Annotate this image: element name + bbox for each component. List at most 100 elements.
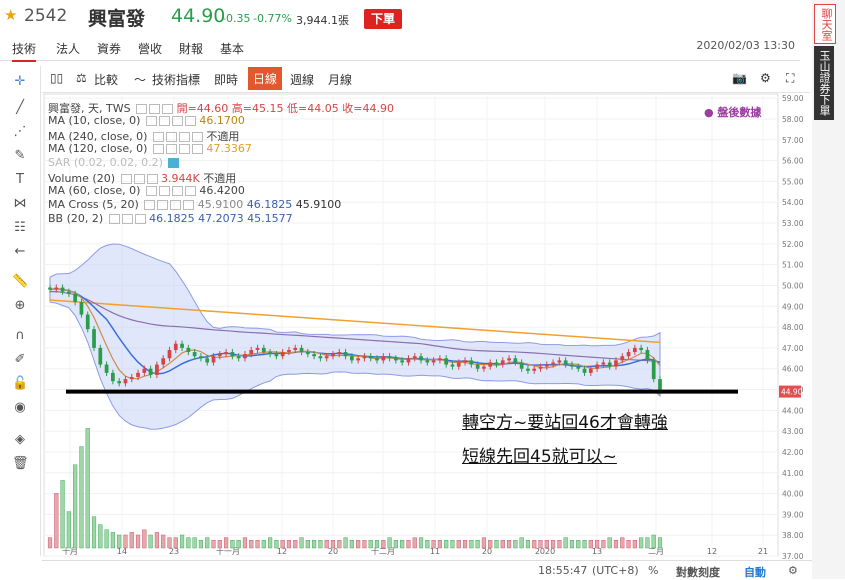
y-tick-label: 56.00 bbox=[782, 157, 804, 166]
volume-bar bbox=[217, 540, 222, 549]
auto-scale-toggle[interactable]: 自動 bbox=[744, 564, 766, 580]
volume-bar bbox=[274, 540, 279, 549]
legend-low: 低=44.05 bbox=[287, 102, 339, 115]
candle-body bbox=[513, 358, 518, 363]
volume-bar bbox=[242, 537, 248, 549]
percent-toggle[interactable]: % bbox=[648, 564, 658, 577]
y-tick-label: 53.00 bbox=[782, 219, 804, 228]
settings-grid-icon[interactable] bbox=[152, 144, 164, 154]
candle-body bbox=[173, 343, 178, 350]
y-tick-label: 51.00 bbox=[782, 261, 804, 270]
volume-bar bbox=[481, 537, 486, 549]
volume-bar bbox=[557, 540, 562, 549]
volume-bar bbox=[305, 540, 310, 549]
settings-grid-icon[interactable] bbox=[171, 116, 183, 126]
bottom-gear-icon[interactable]: ⚙ bbox=[788, 564, 798, 577]
candle-body bbox=[261, 347, 266, 353]
candle-body bbox=[343, 352, 348, 357]
y-tick-label: 41.00 bbox=[782, 469, 804, 478]
settings-grid-icon[interactable] bbox=[171, 186, 183, 196]
candle-body bbox=[129, 377, 134, 380]
candle-body bbox=[255, 347, 260, 350]
settings-grid-icon[interactable] bbox=[145, 186, 157, 196]
settings-grid-icon[interactable] bbox=[121, 214, 133, 224]
candle-body bbox=[123, 379, 128, 384]
legend-ma10: MA (10, close, 0) 46.1700 bbox=[48, 114, 245, 127]
volume-bar bbox=[255, 540, 260, 549]
volume-bar bbox=[513, 540, 518, 549]
volume-bar bbox=[349, 540, 354, 549]
settings-grid-icon[interactable] bbox=[146, 174, 158, 184]
settings-grid-icon[interactable] bbox=[144, 200, 156, 210]
candle-body bbox=[280, 352, 285, 357]
settings-grid-icon[interactable] bbox=[157, 200, 169, 210]
candle-body bbox=[469, 360, 474, 365]
volume-bar bbox=[406, 540, 411, 549]
volume-bar bbox=[657, 537, 663, 549]
candle-body bbox=[230, 352, 235, 357]
candle-body bbox=[356, 358, 361, 361]
candle-body bbox=[438, 358, 442, 361]
candle-body bbox=[331, 354, 335, 357]
x-tick-label: 13 bbox=[592, 547, 602, 556]
settings-grid-icon[interactable] bbox=[178, 132, 190, 142]
log-scale-toggle[interactable]: 對數刻度 bbox=[676, 564, 720, 580]
candle-body bbox=[456, 362, 461, 367]
volume-bar bbox=[129, 532, 134, 549]
settings-grid-icon[interactable] bbox=[184, 116, 196, 126]
settings-grid-icon[interactable] bbox=[183, 200, 195, 210]
eye-toggle-icon[interactable] bbox=[168, 158, 180, 168]
candle-body bbox=[148, 368, 153, 375]
after-hours-label[interactable]: ● 盤後數據 bbox=[704, 104, 761, 120]
candle-body bbox=[167, 349, 172, 359]
settings-grid-icon[interactable] bbox=[158, 186, 170, 196]
settings-grid-icon[interactable] bbox=[158, 116, 170, 126]
candle-body bbox=[337, 352, 342, 355]
settings-grid-icon[interactable] bbox=[191, 144, 203, 154]
settings-grid-icon[interactable] bbox=[145, 116, 157, 126]
candle-body bbox=[444, 358, 449, 365]
settings-grid-icon[interactable] bbox=[170, 200, 182, 210]
volume-bar bbox=[330, 540, 336, 549]
volume-bar bbox=[450, 540, 455, 549]
candle-body bbox=[192, 352, 197, 357]
candle-body bbox=[293, 347, 298, 350]
settings-grid-icon[interactable] bbox=[165, 144, 177, 154]
legend-ma120: MA (120, close, 0) 47.3367 bbox=[48, 142, 252, 155]
settings-grid-icon[interactable] bbox=[149, 104, 161, 114]
settings-grid-icon[interactable] bbox=[133, 174, 145, 184]
settings-grid-icon[interactable] bbox=[165, 132, 177, 142]
settings-grid-icon[interactable] bbox=[162, 104, 174, 114]
settings-grid-icon[interactable] bbox=[178, 144, 190, 154]
candle-body bbox=[639, 347, 644, 350]
volume-bar bbox=[387, 537, 392, 549]
volume-bar bbox=[475, 540, 480, 549]
settings-grid-icon[interactable] bbox=[134, 214, 146, 224]
legend-ma120-label: MA (120, close, 0) bbox=[48, 142, 148, 155]
settings-grid-icon[interactable] bbox=[152, 132, 164, 142]
y-tick-label: 40.00 bbox=[782, 490, 804, 499]
settings-grid-icon[interactable] bbox=[184, 186, 196, 196]
volume-bar bbox=[456, 540, 461, 549]
settings-grid-icon[interactable] bbox=[136, 104, 148, 114]
candle-body bbox=[287, 349, 291, 353]
volume-bar bbox=[362, 540, 367, 549]
candle-body bbox=[79, 302, 84, 315]
volume-bar bbox=[117, 534, 122, 549]
candle-body bbox=[324, 356, 329, 359]
volume-bar bbox=[110, 532, 115, 549]
y-tick-label: 44.00 bbox=[782, 406, 804, 415]
candle-body bbox=[117, 381, 122, 384]
volume-bar bbox=[261, 540, 266, 549]
price-chart[interactable]: 59.00 58.00 57.00 56.00 55.00 54.00 53.00 52.00… bbox=[0, 0, 845, 579]
settings-grid-icon[interactable] bbox=[191, 132, 203, 142]
settings-grid-icon[interactable] bbox=[120, 174, 132, 184]
volume-bar bbox=[173, 537, 178, 549]
settings-grid-icon[interactable] bbox=[108, 214, 120, 224]
volume-bar bbox=[412, 537, 417, 549]
volume-bar bbox=[588, 540, 593, 549]
legend-sar: SAR (0.02, 0.02, 0.2) bbox=[48, 156, 180, 169]
volume-bar bbox=[494, 540, 499, 549]
clock-timezone: (UTC+8) bbox=[592, 564, 639, 577]
candle-body bbox=[375, 358, 379, 361]
